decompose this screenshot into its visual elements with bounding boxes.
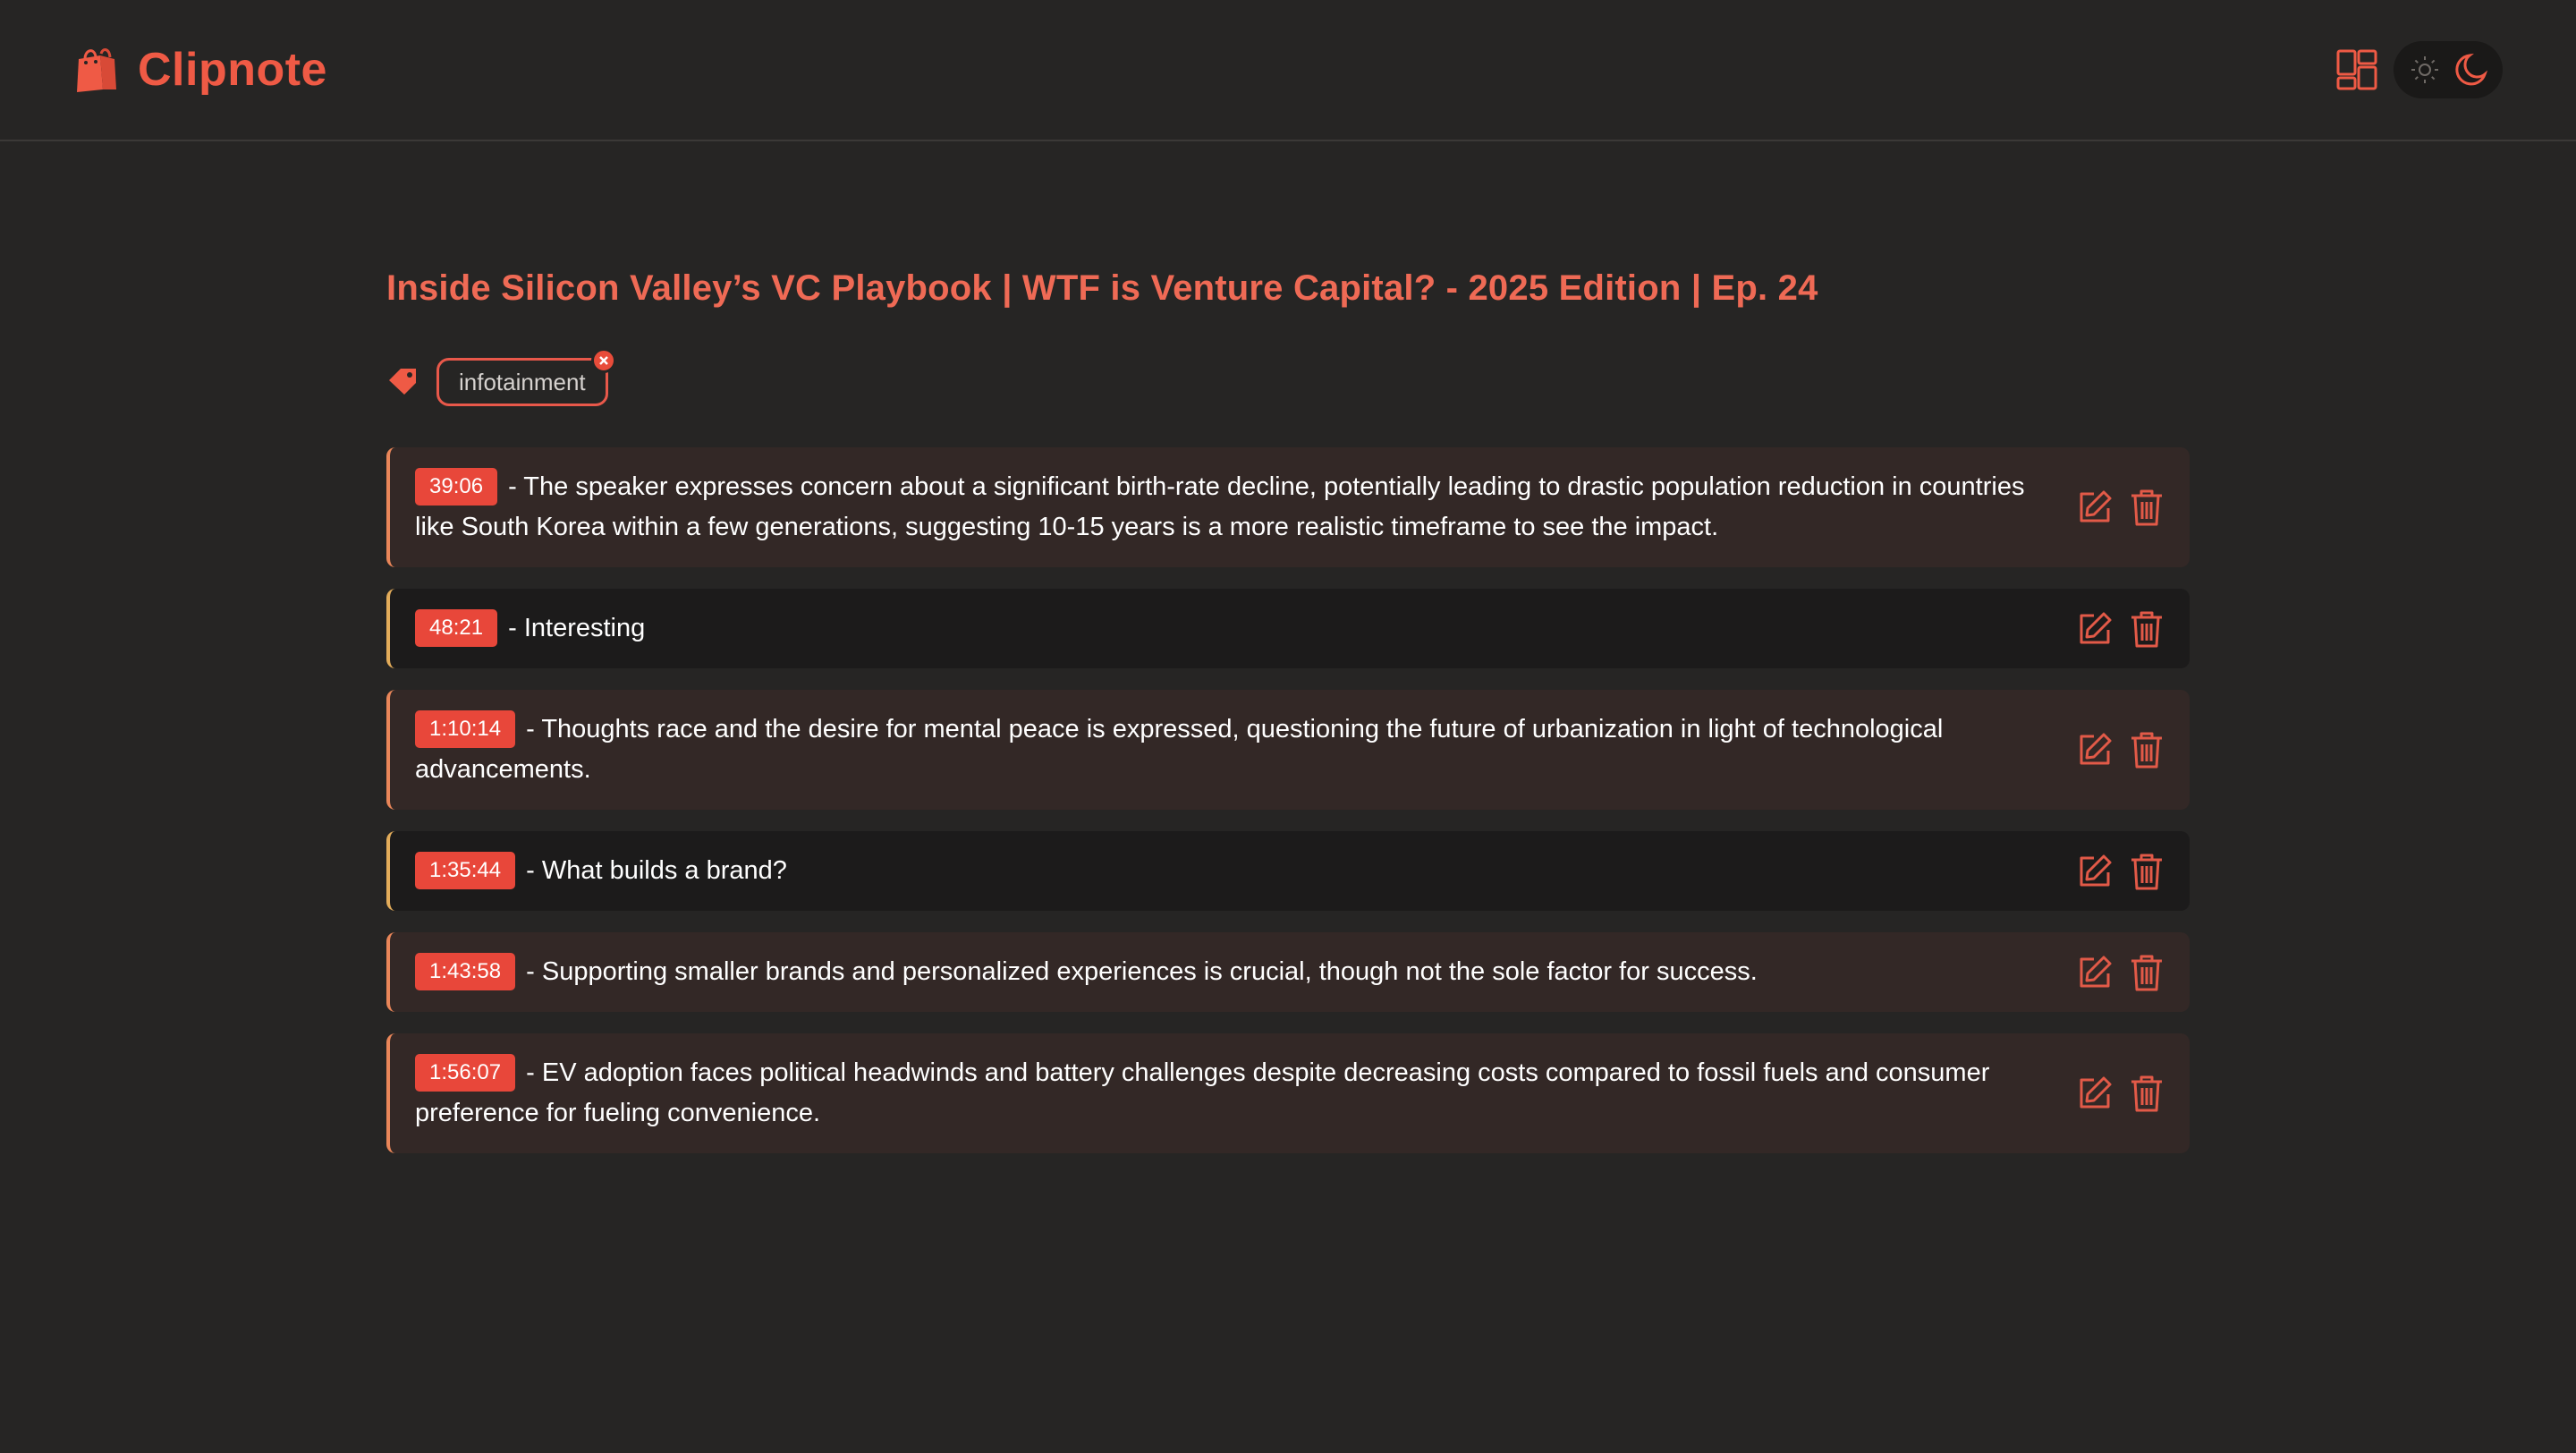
trash-icon (2131, 854, 2162, 889)
trash-icon (2131, 611, 2162, 647)
top-bar: Clipnote (0, 0, 2576, 141)
layout-grid-icon (2336, 49, 2377, 90)
edit-note-button[interactable] (2075, 851, 2114, 892)
brand[interactable]: Clipnote (73, 43, 327, 97)
note-actions (2075, 608, 2166, 650)
tag-icon (389, 369, 416, 395)
timestamp-badge[interactable]: 1:35:44 (415, 852, 516, 889)
note-item: 1:10:14 - Thoughts race and the desire f… (386, 690, 2190, 810)
edit-icon (2080, 733, 2112, 765)
edit-note-button[interactable] (2075, 608, 2114, 650)
note-text: - What builds a brand? (519, 856, 787, 885)
video-title: Inside Silicon Valley’s VC Playbook | WT… (386, 268, 1818, 308)
note-text: - EV adoption faces political headwinds … (415, 1058, 1990, 1127)
dark-theme-option[interactable] (2451, 48, 2494, 91)
trash-icon (2131, 955, 2162, 990)
tag-chip[interactable]: infotainment (436, 348, 616, 406)
delete-note-button[interactable] (2127, 1073, 2166, 1114)
trash-icon (2131, 489, 2162, 526)
light-theme-option[interactable] (2403, 48, 2446, 91)
note-item: 48:21 - Interesting (386, 589, 2190, 668)
edit-icon (2080, 1076, 2112, 1109)
note-text: - Interesting (501, 614, 646, 642)
tag-label: infotainment (459, 368, 586, 395)
note-actions (2075, 851, 2166, 892)
edit-note-button[interactable] (2075, 487, 2114, 528)
edit-icon (2080, 854, 2112, 886)
main-content: Inside Silicon Valley’s VC Playbook | WT… (386, 259, 2190, 1153)
note-content: 1:43:58 - Supporting smaller brands and … (415, 952, 1758, 992)
note-item: 39:06 - The speaker expresses concern ab… (386, 447, 2190, 567)
sun-icon (2411, 56, 2438, 83)
edit-icon (2080, 612, 2112, 643)
delete-note-button[interactable] (2127, 487, 2166, 528)
timestamp-badge[interactable]: 39:06 (415, 468, 498, 506)
tag-list: infotainment (386, 348, 2190, 408)
note-content: 48:21 - Interesting (415, 608, 645, 649)
shopping-bag-icon (77, 48, 116, 92)
note-content: 1:35:44 - What builds a brand? (415, 851, 787, 891)
edit-note-button[interactable] (2075, 1073, 2114, 1114)
edit-note-button[interactable] (2075, 952, 2114, 993)
layout-toggle-button[interactable] (2334, 47, 2379, 92)
delete-note-button[interactable] (2127, 608, 2166, 650)
app-name: Clipnote (138, 44, 327, 96)
note-actions (2075, 729, 2166, 770)
note-actions (2075, 952, 2166, 993)
edit-note-button[interactable] (2075, 729, 2114, 770)
trash-icon (2131, 732, 2162, 769)
notes-list: 39:06 - The speaker expresses concern ab… (386, 447, 2190, 1153)
timestamp-badge[interactable]: 1:56:07 (415, 1054, 516, 1092)
note-item: 1:35:44 - What builds a brand? (386, 831, 2190, 911)
edit-icon (2080, 490, 2112, 523)
note-item: 1:43:58 - Supporting smaller brands and … (386, 932, 2190, 1012)
timestamp-badge[interactable]: 48:21 (415, 609, 498, 647)
trash-icon (2131, 1075, 2162, 1112)
note-content: 39:06 - The speaker expresses concern ab… (415, 467, 2038, 548)
note-actions (2075, 1073, 2166, 1114)
delete-note-button[interactable] (2127, 851, 2166, 892)
theme-toggle[interactable] (2394, 41, 2503, 98)
remove-tag-button[interactable] (590, 348, 616, 373)
moon-icon (2454, 53, 2487, 86)
note-text: - Thoughts race and the desire for menta… (415, 715, 1944, 784)
note-text: - The speaker expresses concern about a … (415, 472, 2025, 541)
note-content: 1:10:14 - Thoughts race and the desire f… (415, 710, 2038, 790)
edit-icon (2080, 956, 2112, 987)
note-content: 1:56:07 - EV adoption faces political he… (415, 1053, 2038, 1134)
close-icon (598, 356, 608, 365)
timestamp-badge[interactable]: 1:10:14 (415, 710, 516, 748)
note-actions (2075, 487, 2166, 528)
delete-note-button[interactable] (2127, 729, 2166, 770)
delete-note-button[interactable] (2127, 952, 2166, 993)
timestamp-badge[interactable]: 1:43:58 (415, 953, 516, 990)
note-text: - Supporting smaller brands and personal… (519, 957, 1758, 986)
note-item: 1:56:07 - EV adoption faces political he… (386, 1033, 2190, 1153)
